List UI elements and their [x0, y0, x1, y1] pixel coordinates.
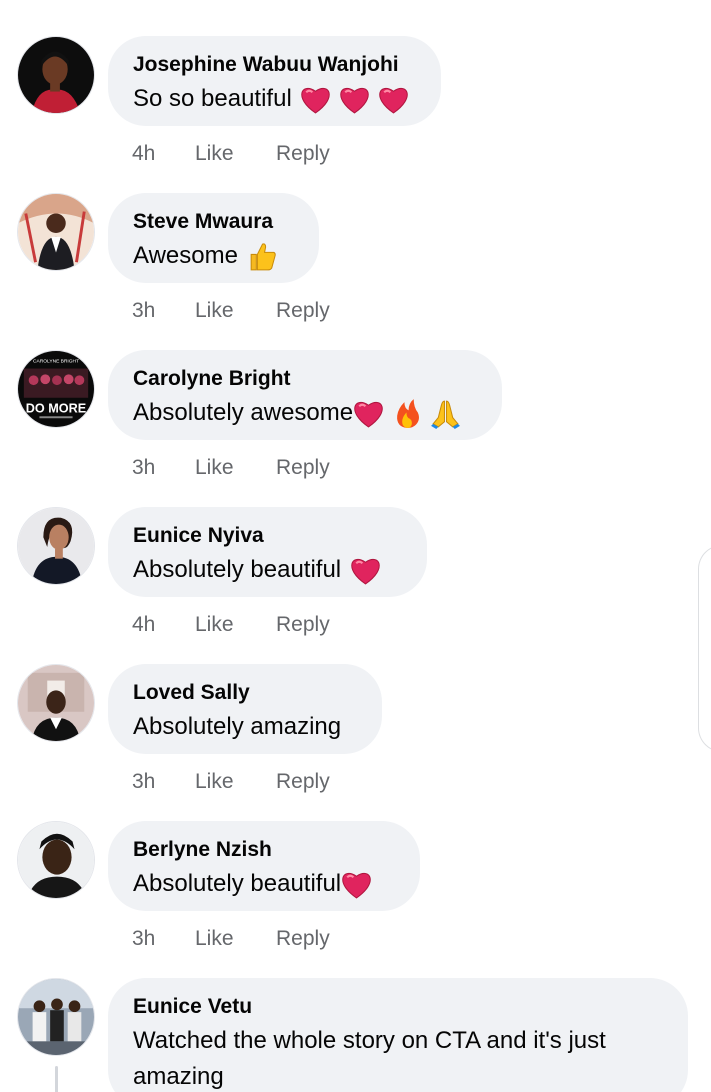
avatar[interactable]: [17, 36, 95, 114]
comment-actions: 3h Like Reply: [132, 769, 330, 795]
emoji-group: [300, 81, 409, 116]
comment-author[interactable]: Josephine Wabuu Wanjohi: [133, 52, 415, 78]
comment-actions: 3h Like Reply: [132, 455, 330, 481]
comment-message: Absolutely amazing: [133, 713, 342, 741]
comment-text: Awesome: [133, 237, 293, 273]
comment-author[interactable]: Loved Sally: [133, 680, 356, 706]
comment-timestamp[interactable]: 4h: [132, 141, 195, 167]
comment-bubble: Eunice Vetu Watched the whole story on C…: [108, 978, 688, 1092]
like-button[interactable]: Like: [195, 141, 276, 167]
avatar-image: CAROLYNE BRIGHT DO MORE: [18, 351, 94, 427]
emoji-group: [247, 238, 279, 273]
avatar[interactable]: [17, 821, 95, 899]
comment-text: Absolutely awesome: [133, 394, 476, 430]
comment-message: Awesome: [133, 242, 238, 270]
comment-bubble: Loved Sally Absolutely amazing: [108, 664, 382, 754]
comment-author[interactable]: Eunice Vetu: [133, 994, 662, 1020]
comment-timestamp[interactable]: 4h: [132, 612, 195, 638]
like-button[interactable]: Like: [195, 455, 276, 481]
avatar[interactable]: [17, 507, 95, 585]
heart-icon: [352, 397, 385, 430]
comment-text: Absolutely beautiful: [133, 865, 394, 901]
comment-bubble: Carolyne Bright Absolutely awesome: [108, 350, 502, 440]
comment-timestamp[interactable]: 3h: [132, 769, 195, 795]
avatar-image: [18, 822, 94, 898]
emoji-group: [353, 395, 462, 430]
heart-icon: [299, 83, 332, 116]
comment-actions: 4h Like Reply: [132, 612, 330, 638]
heart-icon: [338, 83, 371, 116]
like-button[interactable]: Like: [195, 769, 276, 795]
comment-timestamp[interactable]: 3h: [132, 926, 195, 952]
emoji-group: [350, 552, 382, 587]
comment-text: Watched the whole story on CTA and it's …: [133, 1022, 662, 1092]
comment-text: Absolutely beautiful: [133, 551, 401, 587]
avatar-image: [18, 508, 94, 584]
folded-hands-icon: [429, 397, 462, 430]
comment-message: Absolutely beautiful: [133, 870, 342, 898]
comment-author[interactable]: Steve Mwaura: [133, 209, 293, 235]
like-button[interactable]: Like: [195, 612, 276, 638]
comment-bubble: Berlyne Nzish Absolutely beautiful: [108, 821, 420, 911]
comment-message: Absolutely awesome: [133, 399, 354, 427]
heart-icon: [377, 83, 410, 116]
emoji-group: [341, 866, 373, 901]
comment-author[interactable]: Carolyne Bright: [133, 366, 476, 392]
like-button[interactable]: Like: [195, 926, 276, 952]
avatar-image: [18, 665, 94, 741]
reply-button[interactable]: Reply: [276, 612, 330, 638]
avatar[interactable]: [17, 664, 95, 742]
avatar[interactable]: [17, 193, 95, 271]
comment-timestamp[interactable]: 3h: [132, 298, 195, 324]
reply-thread-line: [55, 1066, 58, 1092]
comment-bubble: Steve Mwaura Awesome: [108, 193, 319, 283]
thumbs-up-icon: [246, 240, 279, 273]
comment-text: Absolutely amazing: [133, 708, 356, 744]
comments-list: Josephine Wabuu Wanjohi So so beautiful …: [0, 0, 711, 1092]
reply-button[interactable]: Reply: [276, 298, 330, 324]
comment-message: So so beautiful: [133, 85, 292, 113]
avatar-caption-top: CAROLYNE BRIGHT: [33, 359, 79, 365]
avatar-image: [18, 37, 94, 113]
comment-actions: 4h Like Reply: [132, 141, 330, 167]
reply-button[interactable]: Reply: [276, 455, 330, 481]
heart-icon: [349, 554, 382, 587]
comment-timestamp[interactable]: 3h: [132, 455, 195, 481]
comment-actions: 3h Like Reply: [132, 298, 330, 324]
avatar-caption-main: DO MORE: [26, 401, 86, 415]
comment-bubble: Josephine Wabuu Wanjohi So so beautiful: [108, 36, 441, 126]
comment-author[interactable]: Berlyne Nzish: [133, 837, 394, 863]
comment-bubble: Eunice Nyiva Absolutely beautiful: [108, 507, 427, 597]
side-panel-edge[interactable]: [698, 545, 711, 752]
like-button[interactable]: Like: [195, 298, 276, 324]
fire-icon: [391, 397, 424, 430]
reply-button[interactable]: Reply: [276, 141, 330, 167]
reply-button[interactable]: Reply: [276, 926, 330, 952]
comment-message: Absolutely beautiful: [133, 556, 342, 584]
comment-text: So so beautiful: [133, 80, 415, 116]
comment-author[interactable]: Eunice Nyiva: [133, 523, 401, 549]
heart-icon: [340, 868, 373, 901]
avatar[interactable]: CAROLYNE BRIGHT DO MORE: [17, 350, 95, 428]
avatar[interactable]: [17, 978, 95, 1056]
avatar-image: [18, 979, 94, 1055]
comment-actions: 3h Like Reply: [132, 926, 330, 952]
avatar-image: [18, 194, 94, 270]
reply-button[interactable]: Reply: [276, 769, 330, 795]
comment-message: Watched the whole story on CTA and it's …: [133, 1027, 606, 1091]
